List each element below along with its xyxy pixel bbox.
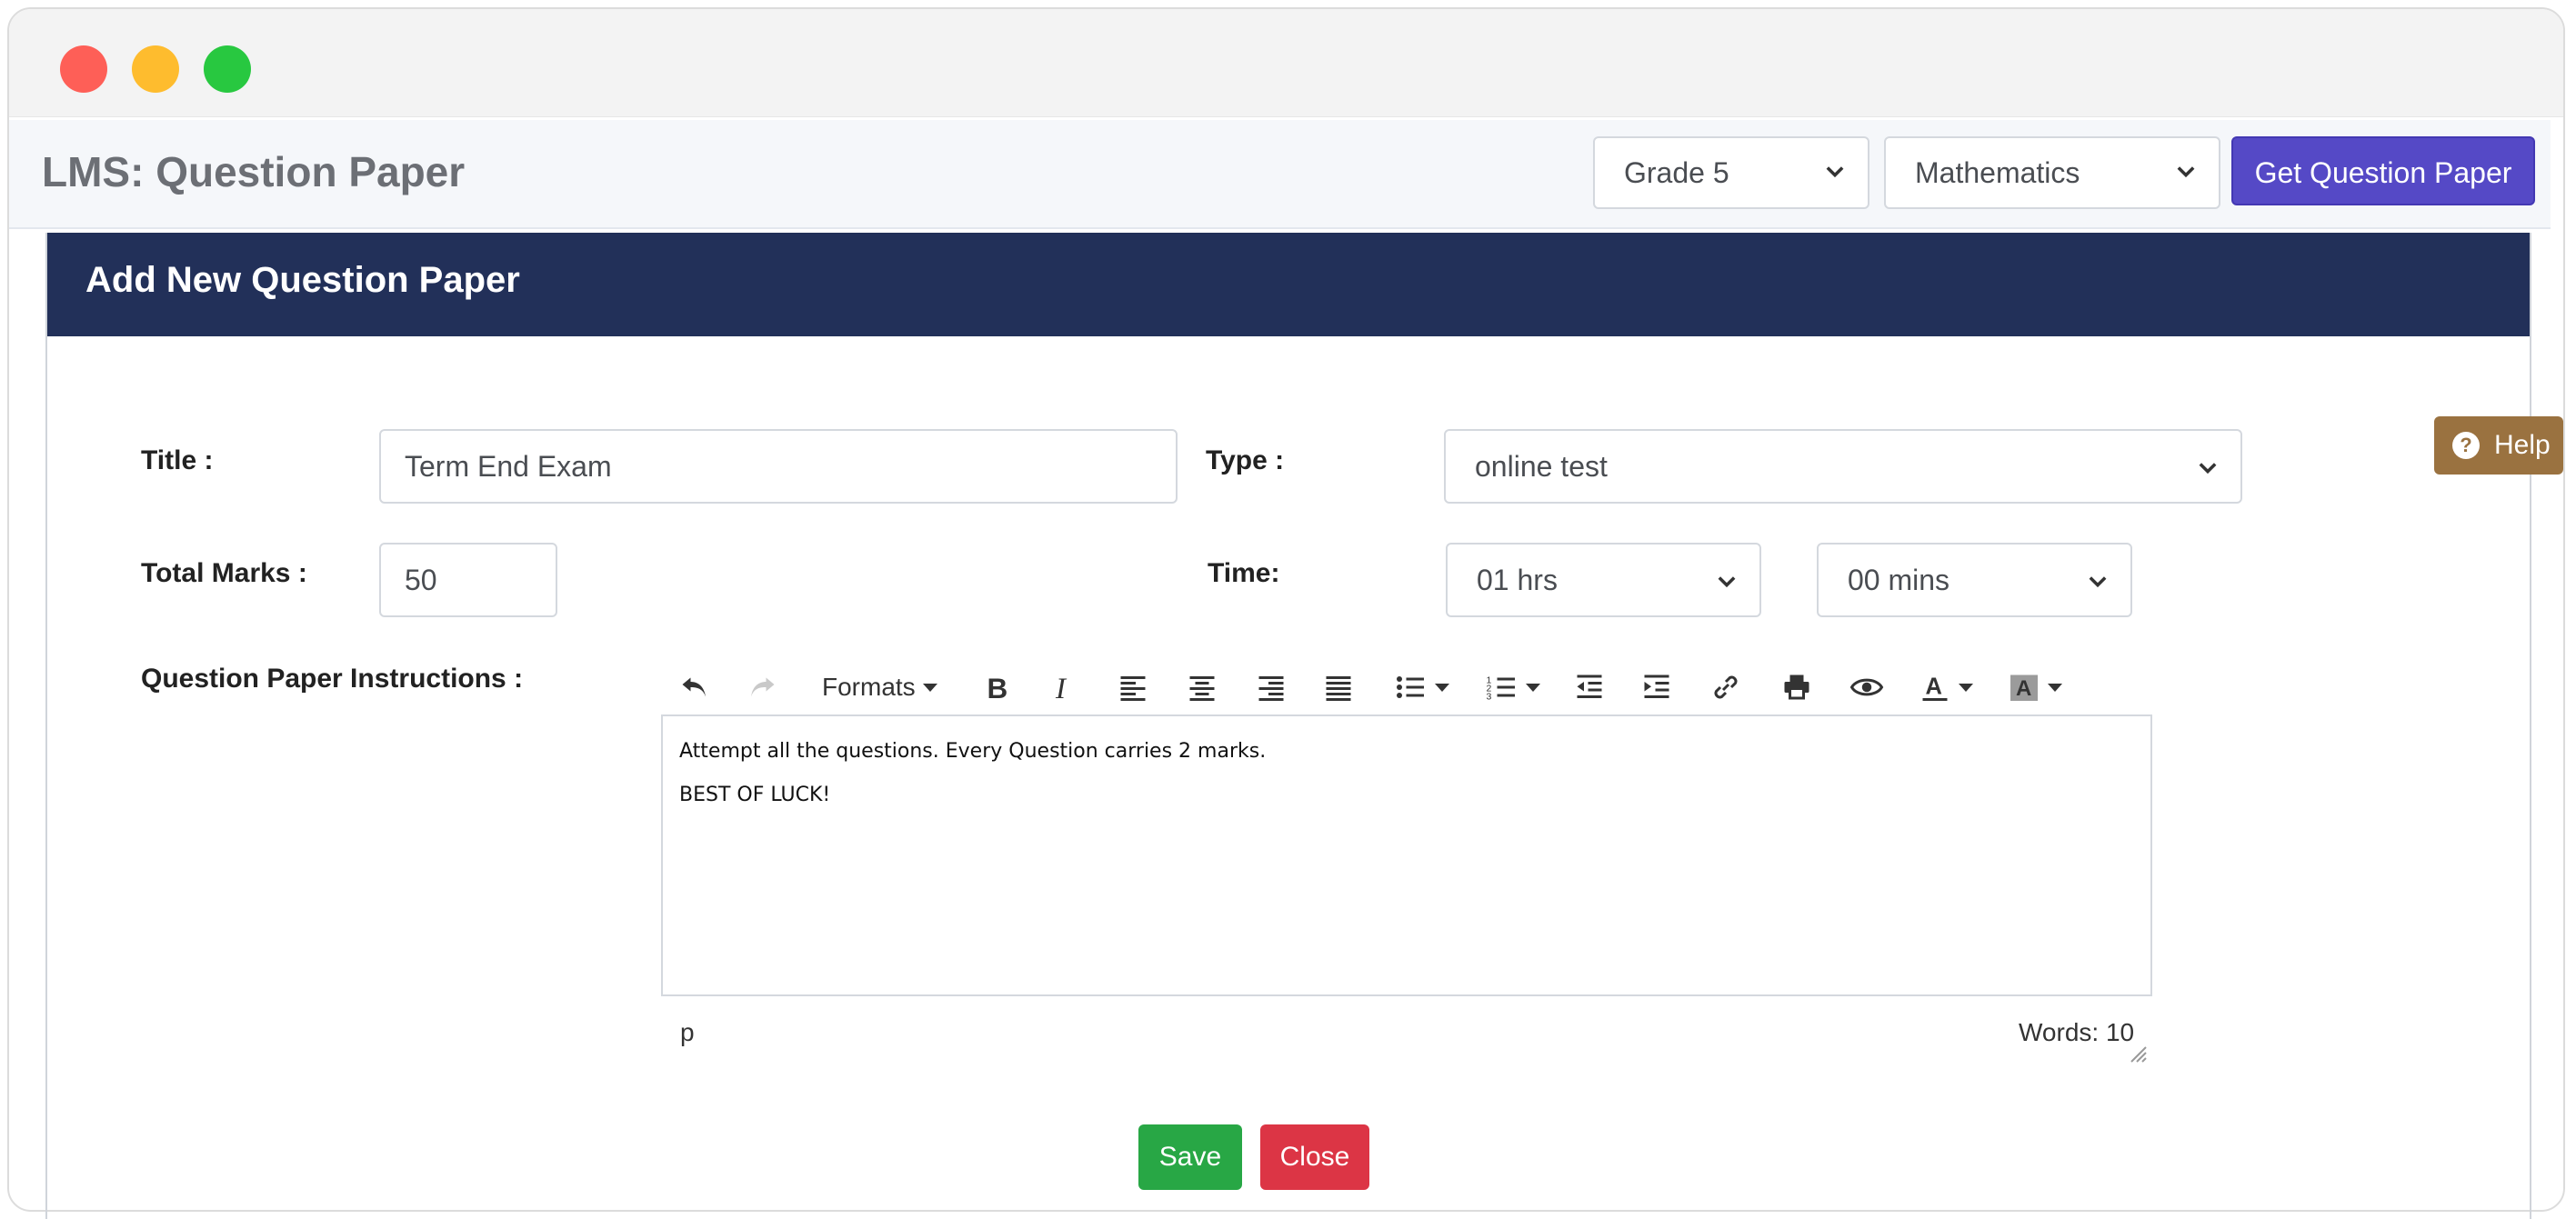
panel-header: Add New Question Paper [47,233,2530,336]
undo-button[interactable] [678,660,711,714]
hours-select-value: 01 hrs [1477,564,1558,596]
type-select-value: online test [1475,450,1608,483]
minutes-select-value: 00 mins [1848,564,1950,596]
type-select[interactable]: online test [1444,429,2242,504]
numbered-list-icon: 123 [1487,675,1515,703]
editor-toolbar: Formats B I 123 A A [673,660,2146,714]
instructions-label: Question Paper Instructions : [141,664,524,694]
bullet-list-button[interactable] [1393,660,1449,714]
editor-element-path: p [680,1018,695,1046]
type-label: Type : [1206,445,1285,475]
chevron-down-icon [2048,683,2062,692]
redo-icon [751,677,775,697]
text-color-icon: A [1922,674,1948,701]
close-button[interactable]: Close [1260,1124,1369,1190]
total-marks-input[interactable]: 50 [379,543,557,617]
align-right-button[interactable] [1255,660,1288,714]
bold-icon: B [987,672,1008,704]
background-color-button[interactable]: A [2008,660,2062,714]
undo-icon [682,677,706,697]
formats-label: Formats [822,673,916,701]
panel-title: Add New Question Paper [85,260,520,300]
chevron-down-icon [1435,683,1449,692]
svg-text:A: A [2016,676,2031,701]
preview-button[interactable] [1849,660,1884,714]
hours-select[interactable]: 01 hrs [1446,543,1761,617]
align-left-button[interactable] [1117,660,1149,714]
text-color-button[interactable]: A [1919,660,1973,714]
background-color-icon: A [2010,674,2038,701]
question-circle-icon: ? [2452,432,2480,459]
align-center-icon [1189,676,1215,701]
grade-select-value: Grade 5 [1624,156,1729,189]
resize-handle-icon[interactable] [2130,1045,2148,1064]
formats-dropdown[interactable]: Formats [822,660,937,714]
chevron-down-icon [1526,683,1540,692]
top-bar: LMS: Question Paper Grade 5 Mathematics … [9,120,2551,229]
svg-text:B: B [987,672,1008,704]
svg-text:3: 3 [1487,692,1492,703]
italic-button[interactable]: I [1047,660,1080,714]
chevron-down-icon [1826,166,1844,178]
print-button[interactable] [1780,660,1813,714]
preview-icon [1849,678,1884,696]
editor-word-count: Words: 10 [2019,1018,2135,1046]
chevron-down-icon [1959,683,1973,692]
align-right-icon [1258,676,1284,701]
outdent-icon [1577,674,1602,698]
align-center-button[interactable] [1186,660,1218,714]
maximize-window-button[interactable] [204,45,251,93]
chevron-down-icon [2199,463,2217,475]
total-marks-label: Total Marks : [141,558,307,588]
close-window-button[interactable] [60,45,107,93]
window-titlebar [9,9,2563,117]
help-label: Help [2494,430,2551,460]
page-title: LMS: Question Paper [42,148,466,195]
redo-button[interactable] [746,660,778,714]
chevron-down-icon [922,683,937,692]
align-justify-button[interactable] [1322,660,1355,714]
outdent-button[interactable] [1573,660,1606,714]
chevron-down-icon [1718,576,1736,588]
align-left-icon [1120,676,1146,701]
svg-text:A: A [1926,674,1942,700]
get-question-paper-button[interactable]: Get Question Paper [2231,136,2535,205]
chevron-down-icon [2177,166,2195,178]
title-label: Title : [141,445,214,475]
subject-select[interactable]: Mathematics [1884,136,2220,209]
minimize-window-button[interactable] [132,45,179,93]
indent-icon [1644,674,1669,698]
italic-icon: I [1055,673,1067,704]
align-justify-icon [1326,676,1351,701]
time-label: Time: [1208,558,1280,588]
insert-link-button[interactable] [1709,660,1742,714]
print-icon [1784,674,1809,700]
save-button[interactable]: Save [1138,1124,1242,1190]
link-icon [1714,675,1738,699]
numbered-list-button[interactable]: 123 [1484,660,1540,714]
minutes-select[interactable]: 00 mins [1817,543,2132,617]
chevron-down-icon [2089,576,2107,588]
bold-button[interactable]: B [980,660,1013,714]
help-button[interactable]: ? Help [2434,416,2563,475]
title-input[interactable]: Term End Exam [379,429,1178,504]
grade-select[interactable]: Grade 5 [1593,136,1869,209]
bullet-list-icon [1397,676,1424,698]
instructions-editor[interactable]: Attempt all the questions. Every Questio… [661,714,2152,996]
editor-line: BEST OF LUCK! [679,784,831,806]
editor-line: Attempt all the questions. Every Questio… [679,740,1267,763]
indent-button[interactable] [1640,660,1673,714]
subject-select-value: Mathematics [1915,156,2080,189]
svg-text:I: I [1055,673,1067,704]
